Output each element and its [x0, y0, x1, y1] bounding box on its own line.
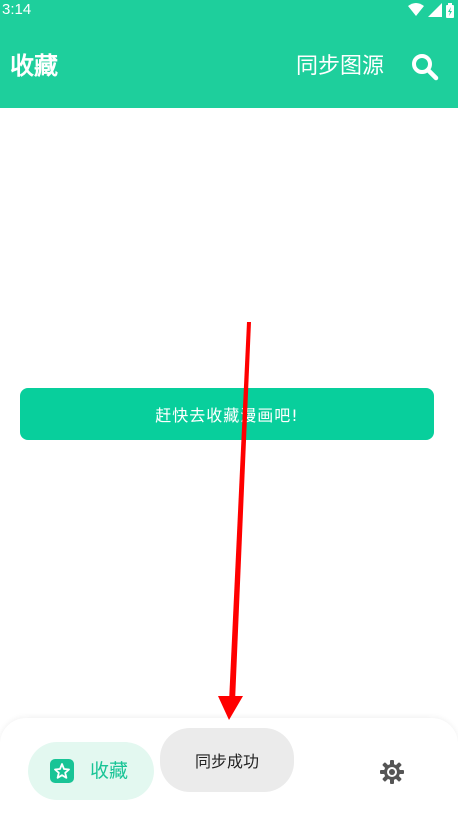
nav-item-favorites-label: 收藏 [90, 760, 129, 782]
search-icon[interactable] [410, 52, 440, 82]
status-icons [408, 2, 454, 18]
favorite-icon [50, 759, 74, 783]
toast: 同步成功 [160, 728, 294, 792]
settings-gear-icon[interactable] [378, 758, 406, 786]
status-bar: 3:14 [0, 0, 458, 22]
wifi-icon [408, 3, 424, 16]
go-collect-label: 赶快去收藏漫画吧! [155, 406, 299, 425]
nav-item-favorites[interactable]: 收藏 [28, 742, 154, 800]
signal-icon [428, 3, 442, 17]
go-collect-button[interactable]: 赶快去收藏漫画吧! [20, 388, 434, 440]
status-time: 3:14 [2, 1, 32, 18]
battery-charging-icon [446, 2, 454, 18]
sync-source-button[interactable]: 同步图源 [296, 52, 384, 82]
page-title: 收藏 [10, 52, 58, 80]
toast-text: 同步成功 [194, 752, 259, 771]
app-bar: 收藏 同步图源 [0, 22, 458, 108]
